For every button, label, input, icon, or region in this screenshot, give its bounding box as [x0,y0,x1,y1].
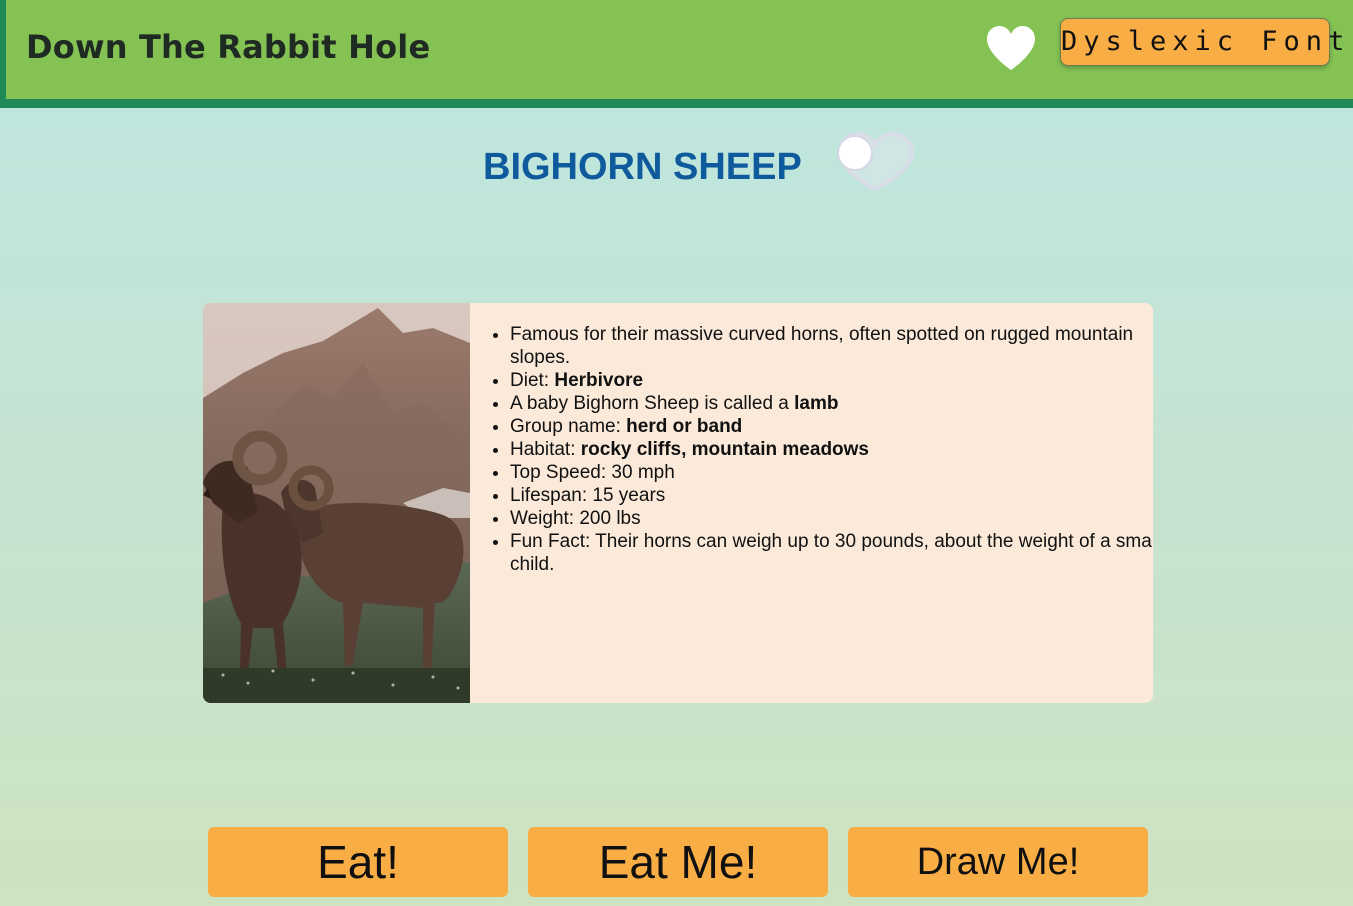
heart-icon[interactable] [984,24,1038,72]
fact-item: Top Speed: 30 mph [510,461,1153,484]
fact-item: Diet: Herbivore [510,369,1153,392]
fact-item: Habitat: rocky cliffs, mountain meadows [510,438,1153,461]
fact-item: Fun Fact: Their horns can weigh up to 30… [510,530,1153,576]
fact-item: Weight: 200 lbs [510,507,1153,530]
app-title: Down The Rabbit Hole [26,28,431,66]
fact-item: A baby Bighorn Sheep is called a lamb [510,392,1153,415]
fact-item: Lifespan: 15 years [510,484,1153,507]
animal-info-card: Famous for their massive curved horns, o… [203,303,1153,703]
facts-list: Famous for their massive curved horns, o… [490,323,1153,576]
eat-button[interactable]: Eat! [208,827,508,897]
draw-me-button[interactable]: Draw Me! [848,827,1148,897]
fact-item: Famous for their massive curved horns, o… [510,323,1153,369]
fact-item: Group name: herd or band [510,415,1153,438]
eat-me-button[interactable]: Eat Me! [528,827,828,897]
heart-toggle-icon[interactable] [832,128,918,194]
dyslexic-font-button[interactable]: Dyslexic Font [1060,18,1344,66]
bighorn-sheep-photo [203,303,470,703]
app-header: Down The Rabbit Hole Dyslexic Font [0,0,1353,108]
animal-title: BIGHORN SHEEP [483,146,802,188]
